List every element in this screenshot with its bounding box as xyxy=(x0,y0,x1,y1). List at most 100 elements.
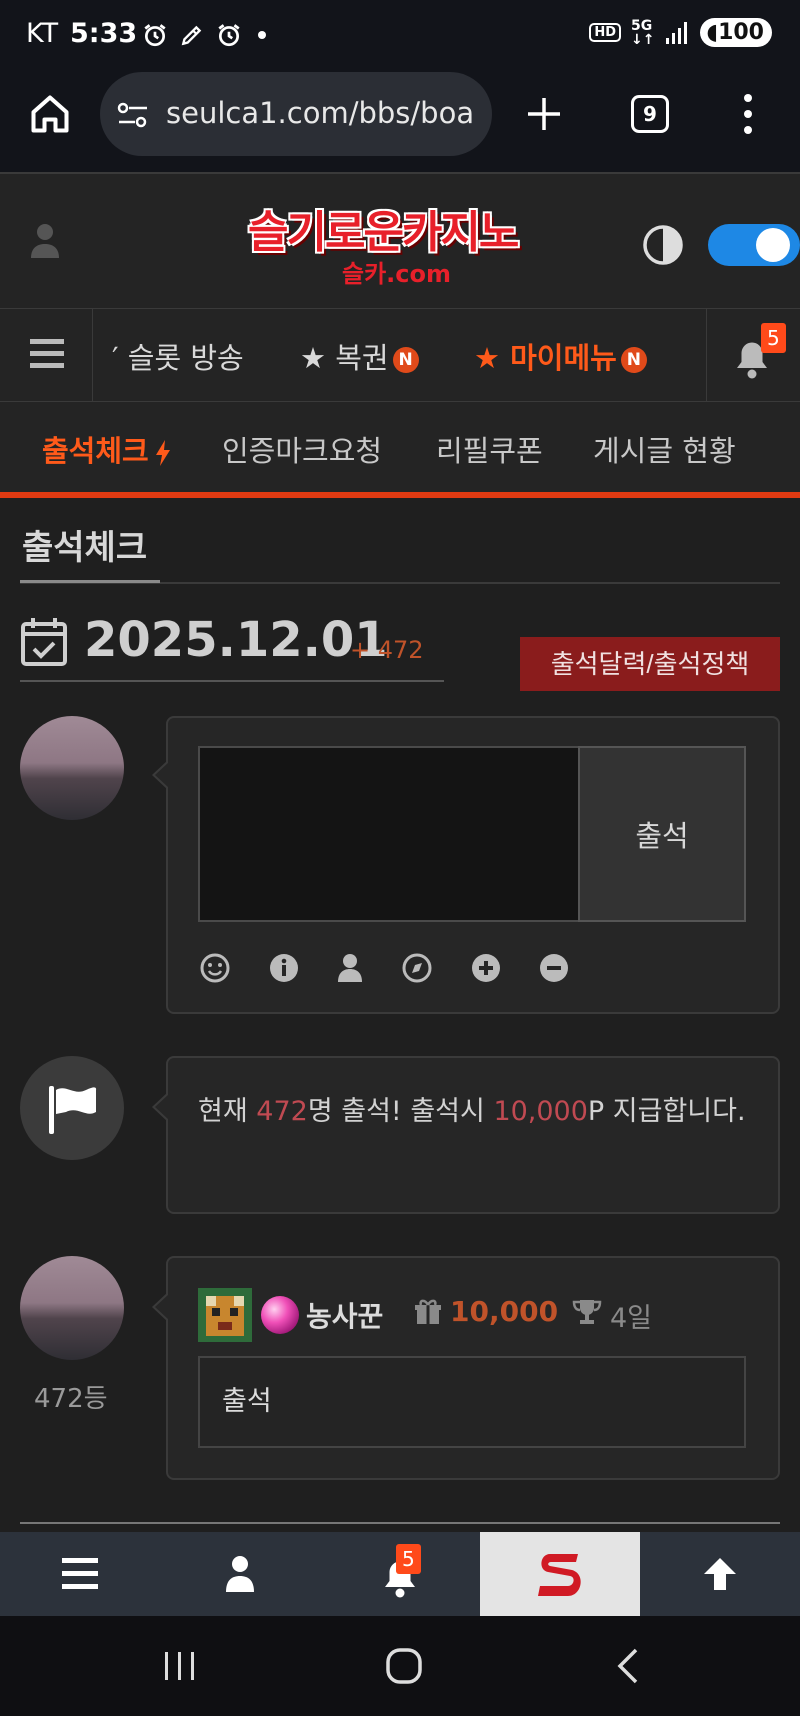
status-right: HD 5G ↓↑ ◖100 xyxy=(589,18,772,47)
consecutive-days: 4일 xyxy=(610,1303,653,1334)
page-title: 출석체크 xyxy=(22,528,148,568)
new-tab-icon[interactable] xyxy=(524,94,564,134)
site-s-logo-icon xyxy=(538,1554,581,1596)
attendance-date: 2025.12.01 xyxy=(84,612,388,668)
nav-item-lottery[interactable]: ★ 복권 N xyxy=(300,335,419,377)
user-icon xyxy=(226,1556,254,1592)
nav-item-slot-broadcast[interactable]: ′ 슬롯 방송 xyxy=(112,335,244,377)
hamburger-menu-icon[interactable] xyxy=(30,339,64,369)
emoji-icon[interactable] xyxy=(199,952,231,984)
site-logo-domain[interactable]: 슬카.com xyxy=(342,254,451,289)
status-icons xyxy=(142,20,272,50)
home-icon[interactable] xyxy=(28,92,72,136)
url-text[interactable]: seulca1.com/bbs/boa xyxy=(166,96,476,132)
alarm-icon xyxy=(218,24,240,47)
nav-item-label: ★ 복권 xyxy=(300,341,389,375)
title-underline xyxy=(20,580,160,583)
flag-icon xyxy=(49,1086,97,1134)
avatar xyxy=(20,716,124,820)
nav-item-label: ′ 슬롯 방송 xyxy=(112,341,244,375)
back-icon[interactable] xyxy=(614,1646,642,1686)
submenu-certification-request[interactable]: 인증마크요청 xyxy=(222,428,382,470)
clock: 5:33 xyxy=(70,18,138,49)
carrier-label: KT xyxy=(26,18,59,49)
site-settings-icon[interactable] xyxy=(116,100,150,130)
trophy-icon xyxy=(572,1300,602,1324)
theme-toggle[interactable] xyxy=(708,224,800,266)
sub-menu: 출석체크 인증마크요청 리필쿠폰 게시글 현황 xyxy=(0,402,800,498)
card-tail xyxy=(155,762,169,788)
5g-icon: 5G ↓↑ xyxy=(631,17,655,48)
status-bar: KT 5:33 HD 5G ↓↑ ◖100 xyxy=(0,0,800,72)
home-circle-icon[interactable] xyxy=(384,1646,424,1686)
nav-divider xyxy=(706,309,707,403)
avatar[interactable] xyxy=(20,1256,124,1360)
submenu-refill-coupon[interactable]: 리필쿠폰 xyxy=(436,428,543,470)
new-badge: N xyxy=(392,347,419,373)
card-tail xyxy=(155,1094,169,1120)
earned-points: 10,000 xyxy=(450,1295,559,1328)
toggle-knob xyxy=(756,228,790,262)
bottom-menu-button[interactable] xyxy=(0,1532,160,1616)
user-icon[interactable] xyxy=(334,952,366,984)
submenu-post-status[interactable]: 게시글 현황 xyxy=(593,428,736,470)
card-tail xyxy=(155,1294,169,1320)
notification-count-badge: 5 xyxy=(396,1544,421,1574)
info-prefix: 현재 xyxy=(198,1096,257,1127)
entry-comment: 출석 xyxy=(198,1356,746,1448)
reward-points: 10,000 xyxy=(493,1096,588,1127)
user-icon[interactable] xyxy=(30,222,60,258)
flag-avatar xyxy=(20,1056,124,1160)
info-icon[interactable] xyxy=(268,952,300,984)
alarm-icon xyxy=(144,24,166,47)
system-navigation-bar xyxy=(0,1616,800,1716)
tab-switcher-button[interactable]: 9 xyxy=(631,95,669,133)
lightning-icon xyxy=(155,440,170,466)
attendance-count-delta: + 472 xyxy=(350,636,424,664)
contrast-icon[interactable] xyxy=(642,224,684,266)
more-menu-icon[interactable] xyxy=(738,92,758,136)
plus-circle-icon[interactable] xyxy=(470,952,502,984)
signal-icon xyxy=(666,21,688,44)
attendance-calendar-policy-button[interactable]: 출석달력/출석정책 xyxy=(520,637,780,691)
notification-count-badge: 5 xyxy=(761,323,786,353)
info-suffix: P 지급합니다. xyxy=(587,1096,746,1127)
new-badge: N xyxy=(620,347,647,373)
attendance-rank: 472등 xyxy=(34,1384,108,1414)
attendance-submit-button[interactable]: 출석 xyxy=(578,746,746,922)
scroll-top-button[interactable] xyxy=(640,1532,800,1616)
battery-level: 100 xyxy=(718,20,764,45)
recent-apps-icon[interactable] xyxy=(162,1648,198,1682)
member-nickname[interactable]: 농사꾼 xyxy=(306,1295,383,1335)
dot-icon xyxy=(258,31,266,39)
orb-icon xyxy=(261,1296,299,1334)
main-nav: ′ 슬롯 방송 ★ 복권 N ★ 마이메뉴 N 5 xyxy=(0,308,800,403)
bottom-profile-button[interactable] xyxy=(160,1532,320,1616)
pencil-icon xyxy=(181,25,202,46)
site-logo[interactable]: 슬기로운카지노 xyxy=(248,196,519,260)
nav-item-label: ★ 마이메뉴 xyxy=(474,341,617,375)
nav-item-my-menu[interactable]: ★ 마이메뉴 N xyxy=(474,335,647,377)
section-divider xyxy=(20,1522,780,1524)
site-header: 슬기로운카지노 슬카.com xyxy=(0,172,800,308)
nav-divider xyxy=(92,309,93,403)
minus-circle-icon[interactable] xyxy=(538,952,570,984)
bottom-home-logo-button[interactable] xyxy=(480,1532,640,1616)
bottom-notifications-button[interactable]: 5 xyxy=(320,1532,480,1616)
comment-input[interactable] xyxy=(198,746,580,922)
date-underline xyxy=(20,680,444,682)
browser-toolbar: seulca1.com/bbs/boa 9 xyxy=(0,72,800,172)
hamburger-menu-icon xyxy=(62,1558,98,1589)
bottom-toolbar: 5 xyxy=(0,1532,800,1616)
level-badge-icon xyxy=(198,1288,252,1342)
arrow-up-icon xyxy=(704,1558,736,1590)
attendance-info-card xyxy=(152,1056,780,1214)
submenu-attendance[interactable]: 출석체크 xyxy=(42,428,173,470)
compass-icon[interactable] xyxy=(401,952,433,984)
attendance-info-text: 현재 472명 출석! 출석시 10,000P 지급합니다. xyxy=(198,1090,758,1134)
attendance-count: 472 xyxy=(256,1096,308,1127)
submenu-label: 출석체크 xyxy=(42,434,149,468)
gift-icon xyxy=(415,1299,441,1324)
battery-indicator: ◖100 xyxy=(700,18,772,47)
hd-icon: HD xyxy=(589,23,621,42)
